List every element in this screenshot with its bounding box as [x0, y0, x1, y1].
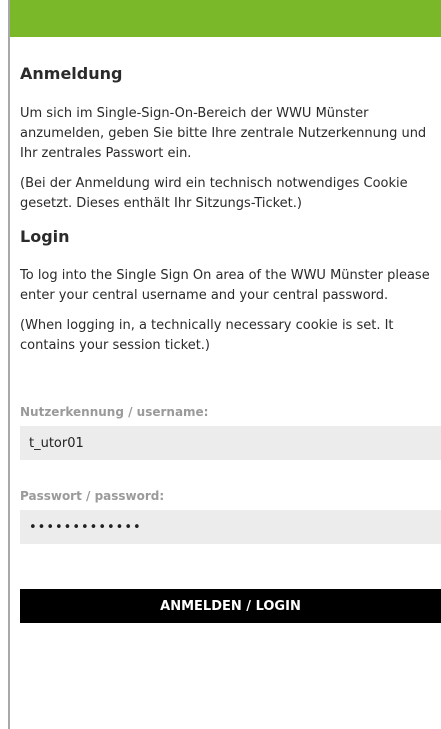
german-instructions: Um sich im Single-Sign-On-Bereich der WW… [20, 106, 427, 161]
password-label: Passwort / password: [20, 489, 165, 503]
heading-login: Login [20, 227, 70, 246]
english-cookie-notice: (When logging in, a technically necessar… [20, 318, 394, 353]
page-left-border [8, 0, 10, 729]
german-cookie-notice: (Bei der Anmeldung wird ein technisch no… [20, 176, 408, 211]
username-input[interactable] [20, 426, 441, 460]
login-button[interactable]: ANMELDEN / LOGIN [20, 589, 441, 623]
login-panel: Anmeldung Um sich im Single-Sign-On-Bere… [20, 37, 441, 623]
english-instructions: To log into the Single Sign On area of t… [20, 268, 430, 303]
heading-anmeldung: Anmeldung [20, 64, 123, 83]
password-input[interactable] [20, 510, 441, 544]
username-label: Nutzerkennung / username: [20, 405, 209, 419]
header-accent-bar [10, 0, 441, 37]
